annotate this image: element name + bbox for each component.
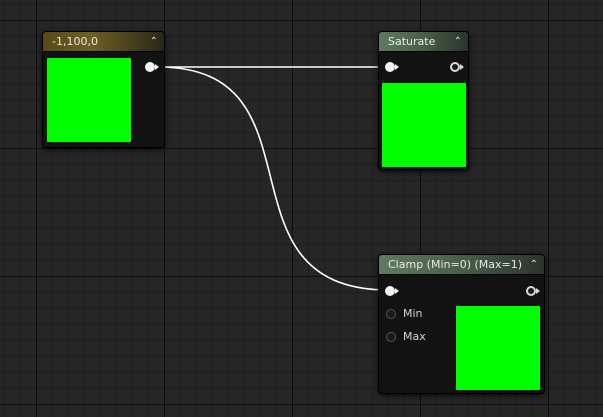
clamp-output-pin[interactable] (526, 286, 536, 296)
saturate-node-title: Saturate (388, 35, 436, 48)
saturate-color-preview (382, 83, 466, 167)
clamp-color-preview (456, 306, 540, 390)
clamp-max-label: Max (403, 330, 426, 343)
clamp-min-label: Min (403, 307, 423, 320)
saturate-node-header[interactable]: Saturate ⌃ (379, 32, 468, 52)
clamp-node-header[interactable]: Clamp (Min=0) (Max=1) ⌃ (379, 255, 544, 275)
chevron-up-icon[interactable]: ⌃ (454, 36, 462, 47)
constant-node[interactable]: -1,100,0 ⌃ (42, 31, 165, 148)
constant-node-header[interactable]: -1,100,0 ⌃ (43, 32, 164, 52)
wire-constant-to-clamp[interactable] (157, 66, 390, 291)
saturate-input-pin[interactable] (385, 62, 395, 72)
saturate-node[interactable]: Saturate ⌃ (378, 31, 469, 170)
clamp-max-pin[interactable] (386, 332, 396, 342)
constant-color-preview (47, 58, 131, 142)
clamp-output-pin-arrow-icon (536, 288, 540, 294)
clamp-node[interactable]: Clamp (Min=0) (Max=1) ⌃ Min Max (378, 254, 545, 394)
saturate-input-pin-arrow-icon (395, 64, 399, 70)
saturate-output-pin[interactable] (450, 62, 460, 72)
constant-output-pin[interactable] (145, 62, 155, 72)
clamp-node-title: Clamp (Min=0) (Max=1) (388, 258, 523, 271)
clamp-input-pin[interactable] (385, 286, 395, 296)
clamp-input-pin-arrow-icon (395, 288, 399, 294)
chevron-up-icon[interactable]: ⌃ (530, 259, 538, 270)
constant-output-pin-arrow-icon (155, 64, 159, 70)
chevron-up-icon[interactable]: ⌃ (150, 36, 158, 47)
saturate-output-pin-arrow-icon (460, 64, 464, 70)
clamp-min-pin[interactable] (386, 309, 396, 319)
constant-node-title: -1,100,0 (52, 35, 98, 48)
